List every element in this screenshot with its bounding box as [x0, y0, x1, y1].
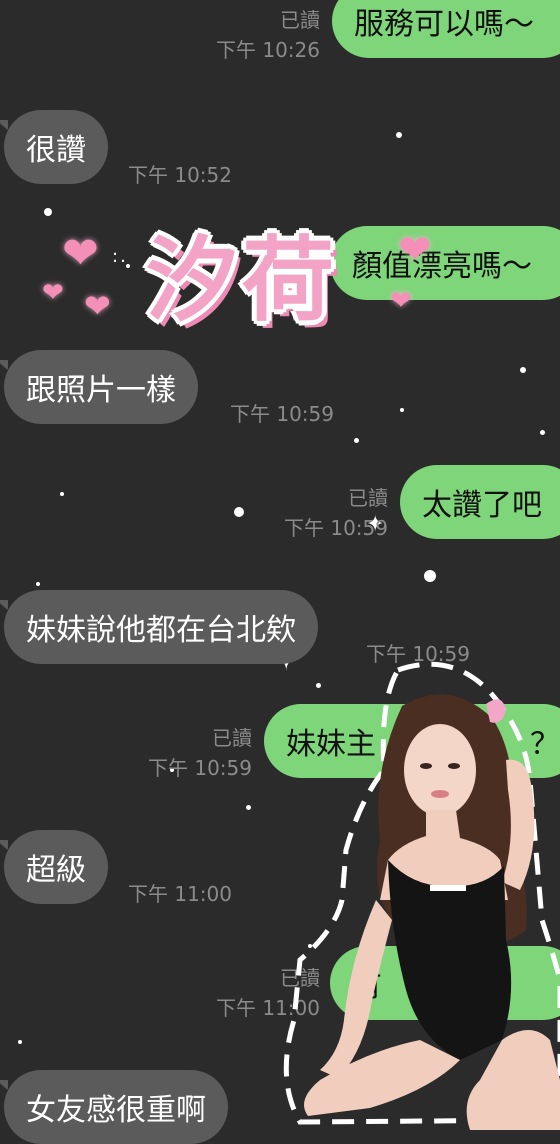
timestamp: 下午 10:59	[148, 756, 252, 780]
message-bubble-outgoing[interactable]: 太讚了吧	[400, 465, 560, 539]
heart-icon: ❤	[390, 286, 412, 316]
timestamp: 下午 11:00	[128, 882, 232, 906]
read-receipt: 已讀	[280, 8, 320, 32]
message-bubble-incoming[interactable]: 女友感很重啊	[0, 1070, 228, 1144]
star	[424, 570, 436, 582]
star	[60, 492, 64, 496]
decor-dots: :.	[112, 246, 128, 267]
message-text: 跟照片一樣	[26, 373, 176, 408]
message-text: 服務可以嗎～	[354, 7, 534, 42]
message-text: 妹妹說他都在台北欸	[26, 613, 296, 648]
timestamp: 下午 10:26	[216, 38, 320, 62]
message-text: 顏值漂亮嗎～	[352, 249, 532, 284]
message-bubble-incoming[interactable]: 跟照片一樣	[0, 350, 198, 424]
message-bubble-outgoing[interactable]: 服務可以嗎～	[332, 0, 560, 58]
star	[540, 430, 545, 435]
star	[400, 408, 404, 412]
heart-icon: ❤	[42, 278, 64, 308]
timestamp: 下午 10:59	[284, 516, 388, 540]
message-bubble-outgoing[interactable]: 顏值漂亮嗎～	[330, 226, 560, 300]
message-bubble-incoming[interactable]: 妹妹說他都在台北欸	[0, 590, 318, 664]
heart-icon: ❤	[62, 228, 99, 279]
read-receipt: 已讀	[348, 486, 388, 510]
star	[246, 805, 251, 810]
star	[520, 367, 526, 373]
message-text: 很讚	[26, 133, 86, 168]
message-bubble-incoming[interactable]: 很讚	[0, 110, 108, 184]
star	[396, 132, 402, 138]
timestamp: 下午 10:52	[128, 163, 232, 187]
message-text: 女友感很重啊	[26, 1093, 206, 1128]
read-receipt: 已讀	[212, 726, 252, 750]
star	[354, 438, 359, 443]
message-text: 超級	[26, 853, 86, 888]
message-text: 太讚了吧	[422, 488, 542, 523]
star	[36, 582, 40, 586]
star	[18, 1040, 22, 1044]
star	[234, 507, 244, 517]
logo-text: 汐荷	[146, 227, 339, 334]
heart-icon: ❤	[398, 227, 432, 273]
profile-photo-sticker	[280, 660, 560, 1138]
heart-icon: ❤	[84, 287, 111, 325]
message-bubble-incoming[interactable]: 超級	[0, 830, 108, 904]
star	[44, 208, 52, 216]
timestamp: 下午 10:59	[230, 402, 334, 426]
